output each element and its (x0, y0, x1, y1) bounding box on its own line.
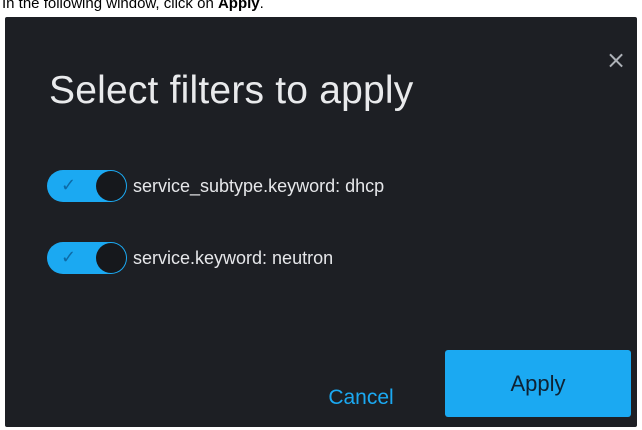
filter-dialog: × Select filters to apply ✓ service_subt… (5, 17, 637, 427)
filter-row: ✓ service.keyword: neutron (47, 241, 333, 275)
close-icon[interactable]: × (601, 45, 631, 75)
cancel-button[interactable]: Cancel (301, 366, 421, 430)
check-icon: ✓ (61, 247, 77, 268)
check-icon: ✓ (61, 175, 77, 196)
filter-toggle-service-subtype[interactable]: ✓ (47, 170, 127, 202)
filter-label: service_subtype.keyword: dhcp (133, 175, 385, 196)
dialog-title: Select filters to apply (49, 69, 414, 112)
filter-toggle-service[interactable]: ✓ (47, 242, 127, 274)
toggle-knob (96, 243, 126, 273)
instruction-suffix: . (259, 0, 264, 12)
instruction-prefix: In the following window, click on (2, 0, 218, 12)
filter-row: ✓ service_subtype.keyword: dhcp (47, 169, 384, 203)
filter-label: service.keyword: neutron (133, 247, 334, 268)
toggle-knob (96, 171, 126, 201)
instruction-target: Apply (217, 0, 260, 12)
instruction-text: In the following window, click on Apply. (2, 0, 264, 13)
apply-button[interactable]: Apply (445, 350, 631, 417)
